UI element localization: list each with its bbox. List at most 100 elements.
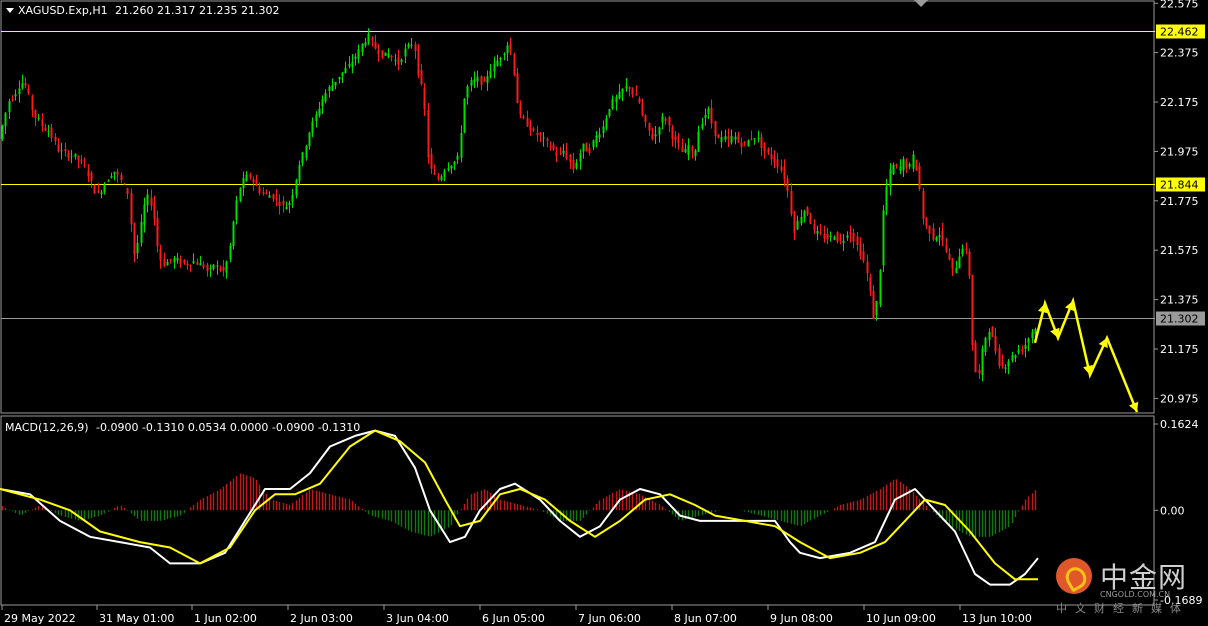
candle-down	[856, 236, 859, 246]
candle-down	[945, 244, 948, 252]
candle-up	[470, 80, 473, 86]
candle-up	[730, 135, 733, 143]
candle-down	[153, 202, 156, 219]
candle-down	[760, 136, 763, 148]
candle-down	[664, 118, 667, 122]
chart-scroll-marker-icon[interactable]	[914, 0, 928, 7]
candle-up	[176, 258, 179, 261]
candle-down	[536, 132, 539, 136]
candle-down	[529, 124, 532, 131]
macd-title: MACD(12,26,9)	[5, 421, 89, 434]
candle-up	[1014, 355, 1017, 358]
candle-down	[377, 50, 380, 55]
time-tick-label: 8 Jun 07:00	[674, 612, 737, 625]
candle-up	[463, 98, 466, 133]
candle-up	[216, 265, 219, 267]
candle-up	[295, 179, 298, 196]
candle-up	[110, 176, 113, 178]
candle-down	[522, 116, 525, 119]
candle-up	[291, 194, 294, 202]
candle-up	[575, 163, 578, 169]
candle-up	[503, 53, 506, 55]
candle-up	[687, 144, 690, 155]
candle-down	[836, 232, 839, 242]
candle-down	[740, 142, 743, 148]
candle-down	[278, 201, 281, 206]
candle-up	[1027, 338, 1030, 343]
candle-down	[123, 183, 126, 185]
candle-down	[90, 172, 93, 181]
candle-up	[879, 270, 882, 305]
candle-down	[743, 141, 746, 143]
candle-down	[196, 261, 199, 265]
candle-down	[572, 159, 575, 170]
candle-up	[833, 236, 836, 240]
candle-down	[34, 110, 37, 119]
candle-down	[965, 248, 968, 251]
candle-up	[341, 72, 344, 77]
candle-down	[282, 200, 285, 205]
candle-down	[87, 170, 90, 176]
candle-down	[156, 218, 159, 247]
price-tick-label: 20.975	[1160, 392, 1199, 405]
candle-up	[889, 169, 892, 188]
candle-up	[579, 153, 582, 162]
candle-up	[803, 211, 806, 218]
candle-down	[941, 230, 944, 241]
candle-down	[41, 119, 44, 126]
candle-up	[74, 153, 77, 157]
candle-up	[912, 154, 915, 169]
candle-up	[60, 150, 63, 152]
candle-up	[212, 264, 215, 269]
candle-up	[466, 86, 469, 98]
candle-up	[796, 220, 799, 230]
candle-down	[150, 197, 153, 206]
candle-up	[961, 248, 964, 255]
candle-up	[562, 150, 565, 154]
time-tick-label: 29 May 2022	[4, 612, 76, 625]
candle-down	[397, 57, 400, 65]
candle-up	[440, 176, 443, 180]
candle-down	[978, 369, 981, 374]
candle-down	[57, 144, 60, 152]
candle-down	[628, 87, 631, 89]
candle-up	[499, 58, 502, 60]
candle-up	[506, 45, 509, 54]
candle-up	[829, 235, 832, 238]
candle-up	[899, 166, 902, 171]
candle-down	[258, 186, 261, 193]
macd-tick-label: 0.1624	[1160, 418, 1199, 431]
candle-up	[1004, 367, 1007, 369]
candle-down	[793, 212, 796, 234]
candle-down	[126, 188, 129, 194]
candle-down	[206, 264, 209, 272]
candle-up	[496, 60, 499, 66]
candle-down	[374, 42, 377, 49]
candle-up	[611, 99, 614, 109]
candle-up	[37, 118, 40, 120]
candle-down	[414, 44, 417, 52]
candle-down	[727, 136, 730, 139]
candle-up	[305, 145, 308, 158]
candle-down	[427, 109, 430, 158]
candle-down	[951, 258, 954, 269]
candle-up	[100, 192, 103, 195]
candle-down	[859, 243, 862, 257]
ohlc-readout: 21.260 21.317 21.235 21.302	[115, 4, 279, 17]
candle-down	[430, 153, 433, 169]
candle-up	[192, 261, 195, 264]
price-tick-label: 22.175	[1160, 96, 1199, 109]
candle-up	[476, 76, 479, 82]
candle-down	[371, 38, 374, 41]
candle-up	[489, 70, 492, 78]
candle-up	[757, 137, 760, 139]
candle-up	[542, 137, 545, 139]
watermark-site: CNGOLD.COM.CN	[1100, 590, 1171, 599]
candle-up	[308, 132, 311, 147]
chart-canvas[interactable]: 22.462 21.844 21.302 22.575 22.375 22.175 21.…	[0, 0, 1208, 626]
candle-down	[77, 155, 80, 160]
candle-down	[433, 173, 436, 175]
candle-down	[483, 78, 486, 82]
candle-down	[93, 185, 96, 194]
candle-up	[892, 164, 895, 175]
